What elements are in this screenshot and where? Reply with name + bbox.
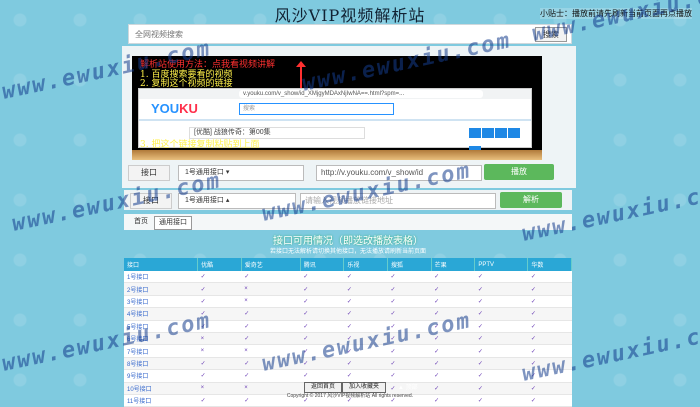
table-cell: ✓ (343, 307, 388, 321)
table-header-cell: 芒果 (431, 258, 476, 271)
table-cell: ✓ (343, 357, 388, 371)
table-cell: ✓ (241, 271, 301, 284)
table-header-cell: PPTV (474, 258, 529, 271)
youku-logo-accent: KU (179, 101, 198, 116)
parse-button[interactable]: 解析 (500, 192, 562, 208)
table-cell: ✓ (474, 271, 528, 284)
youku-logo-main: YOU (151, 101, 180, 116)
table-cell: ✓ (197, 357, 242, 371)
interface-name-link[interactable]: 2号接口 (124, 282, 198, 296)
table-cell: ✓ (431, 344, 475, 358)
table-cell: ✓ (241, 320, 301, 333)
table-cell: ✓ (527, 271, 572, 284)
video-bottom-stripe (132, 150, 542, 160)
copyright: Copyright © 2017 风沙VIP视频解析站 All rights r… (286, 393, 414, 399)
table-cell: × (197, 344, 242, 358)
table-cell: ✓ (300, 295, 344, 309)
table-cell: ✓ (527, 320, 572, 333)
interface-name-link[interactable]: 8号接口 (124, 357, 198, 371)
table-cell: ✓ (300, 282, 344, 296)
table-cell: ✓ (431, 271, 475, 284)
table-cell: ✓ (474, 332, 528, 346)
table-cell: ✓ (343, 282, 388, 296)
table-row: 1号接口 ✓ ✓ ✓ ✓ ✓ ✓ ✓ ✓ (124, 271, 572, 284)
table-header-row: 接口 优酷 爱奇艺 腾讯 乐视 搜狐 芒果 PPTV 华数 (124, 258, 572, 271)
demo-divider (139, 119, 531, 121)
footer: 返回首页 加入收藏夹 ▲ 顶部 Copyright © 2017 风沙VIP视频… (0, 380, 700, 400)
table-row: 3号接口 ✓ × ✓ ✓ ✓ ✓ ✓ ✓ (124, 295, 572, 309)
table-cell: ✓ (241, 332, 301, 346)
table-cell: ✓ (474, 295, 528, 309)
table-cell: ✓ (474, 320, 528, 333)
page-title: 风沙VIP视频解析站 (274, 6, 426, 25)
table-header-cell: 接口 (124, 258, 199, 271)
table-cell: ✓ (197, 271, 242, 284)
table-cell: ✓ (343, 271, 388, 284)
tab-bar: 首页 通用接口 (124, 214, 572, 230)
tab-home[interactable]: 首页 (134, 216, 148, 228)
table-row: 2号接口 ✓ × ✓ ✓ ✓ ✓ ✓ ✓ (124, 282, 572, 296)
table-header-cell: 腾讯 (300, 258, 345, 271)
demo-search-box: 搜索 (239, 103, 394, 115)
table-cell: ✓ (300, 320, 344, 333)
table-cell: ✓ (527, 332, 572, 346)
table-cell: ✓ (241, 307, 301, 321)
table-cell: ✓ (431, 282, 475, 296)
table-cell: ✓ (474, 282, 528, 296)
table-cell: ✓ (387, 295, 432, 309)
table-cell: ✓ (300, 307, 344, 321)
table-cell: ✓ (474, 307, 528, 321)
play-button[interactable]: 播放 (484, 164, 554, 180)
table-cell: ✓ (387, 282, 432, 296)
table-cell: ✓ (431, 295, 475, 309)
table-cell: × (241, 295, 301, 309)
table-header-cell: 乐视 (343, 258, 389, 271)
tab-general[interactable]: 通用接口 (154, 216, 192, 230)
table-cell: ✓ (474, 344, 528, 358)
table-cell: ✓ (197, 282, 242, 296)
table-cell: ✓ (431, 357, 475, 371)
table-cell: ✓ (197, 295, 242, 309)
demo-browser-screenshot: v.youku.com/v_show/id_XMjgyMDAxNjIwNA==.… (138, 88, 532, 156)
table-cell: ✓ (300, 271, 344, 284)
back-to-top-link[interactable]: ▲ 顶部 (398, 382, 418, 391)
table-header-cell: 搜狐 (387, 258, 432, 271)
instruction-line-4: 3. 把这个链接复制粘贴到上面 (140, 140, 260, 150)
youku-logo: YOUKU (151, 101, 198, 116)
interface-name-link[interactable]: 3号接口 (124, 295, 198, 309)
table-header-cell: 华数 (527, 258, 572, 271)
table-cell: ✓ (527, 282, 572, 296)
table-cell: ✓ (343, 295, 388, 309)
table-heading: 接口可用情况（即选改播放表格） (273, 236, 423, 247)
table-subheading: 若接口无法解析请切换其他接口，无法播放请刷新当前页面 (269, 249, 426, 255)
table-cell: ✓ (527, 295, 572, 309)
table-cell: ✓ (387, 271, 432, 284)
table-header-cell: 优酷 (197, 258, 242, 271)
table-cell: ✓ (527, 307, 572, 321)
interface-name-link[interactable]: 1号接口 (124, 271, 198, 284)
table-cell: ✓ (387, 357, 432, 371)
table-cell: × (241, 282, 301, 296)
demo-result-line: [优酷] 战狼传奇：第00集 (189, 127, 365, 139)
table-header-cell: 爱奇艺 (241, 258, 301, 271)
demo-url: v.youku.com/v_show/id_XMjgyMDAxNjIwNA==.… (239, 90, 483, 98)
